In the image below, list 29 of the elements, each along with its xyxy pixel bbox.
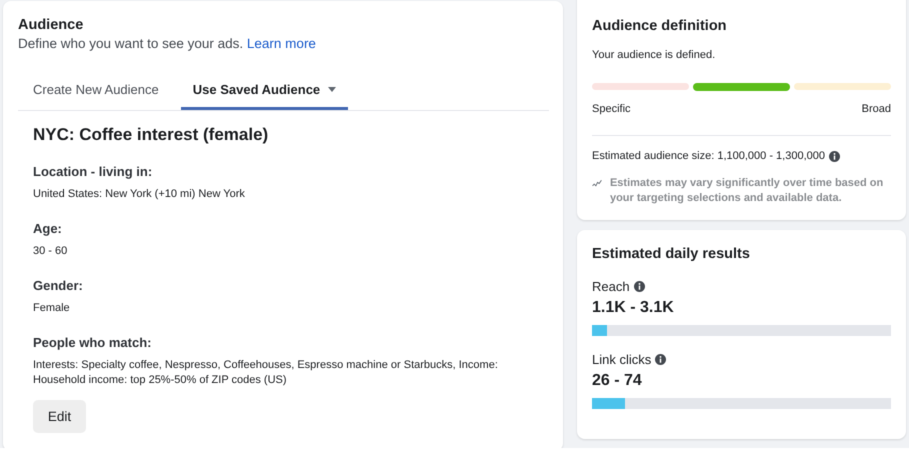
metric-label: Reach xyxy=(592,279,630,294)
description: Define who you want to see your ads. Learn more xyxy=(18,36,317,51)
metric-value: 26 - 74 xyxy=(592,372,643,390)
audience-name: NYC: Coffee interest (female) xyxy=(33,125,270,145)
section-heading: People who match: xyxy=(33,335,152,350)
estimate-note: Estimates may vary significantly over time based on your targeting selections and available data. xyxy=(610,176,884,206)
info-icon[interactable] xyxy=(634,281,645,292)
section-heading: Age: xyxy=(33,221,63,236)
section-value: Female xyxy=(33,301,71,316)
section-heading: Gender: xyxy=(33,278,84,293)
section-heading: Location - living in: xyxy=(33,164,154,179)
audience-size: Estimated audience size: 1,100,000 - 1,300,000 xyxy=(592,150,825,162)
section-value: Interests: Specialty coffee, Nespresso, Coffeehouses, Espresso machine or Starbucks, Income: Household income: top 25%-50% of ZIP codes (US) xyxy=(33,358,499,388)
tab[interactable]: Create New Audience xyxy=(21,73,171,110)
scale-label: Specific xyxy=(592,103,631,115)
card-title: Estimated daily results xyxy=(592,246,751,262)
card-title: Audience xyxy=(18,17,84,33)
info-icon[interactable] xyxy=(655,354,666,365)
metric-value: 1.1K - 3.1K xyxy=(592,299,675,317)
scale-label: Broad xyxy=(862,103,891,115)
info-icon[interactable] xyxy=(829,150,840,162)
status-text: Your audience is defined. xyxy=(592,49,716,61)
metric-label: Link clicks xyxy=(592,352,652,367)
section-value: 30 - 60 xyxy=(33,244,68,259)
section-value: United States: New York (+10 mi) New York xyxy=(33,187,246,202)
learn-more-link[interactable]: Learn more xyxy=(246,36,316,51)
tab[interactable]: Use Saved Audience xyxy=(180,73,348,110)
edit-button[interactable]: Edit xyxy=(33,400,86,433)
card-title: Audience definition xyxy=(592,18,728,34)
